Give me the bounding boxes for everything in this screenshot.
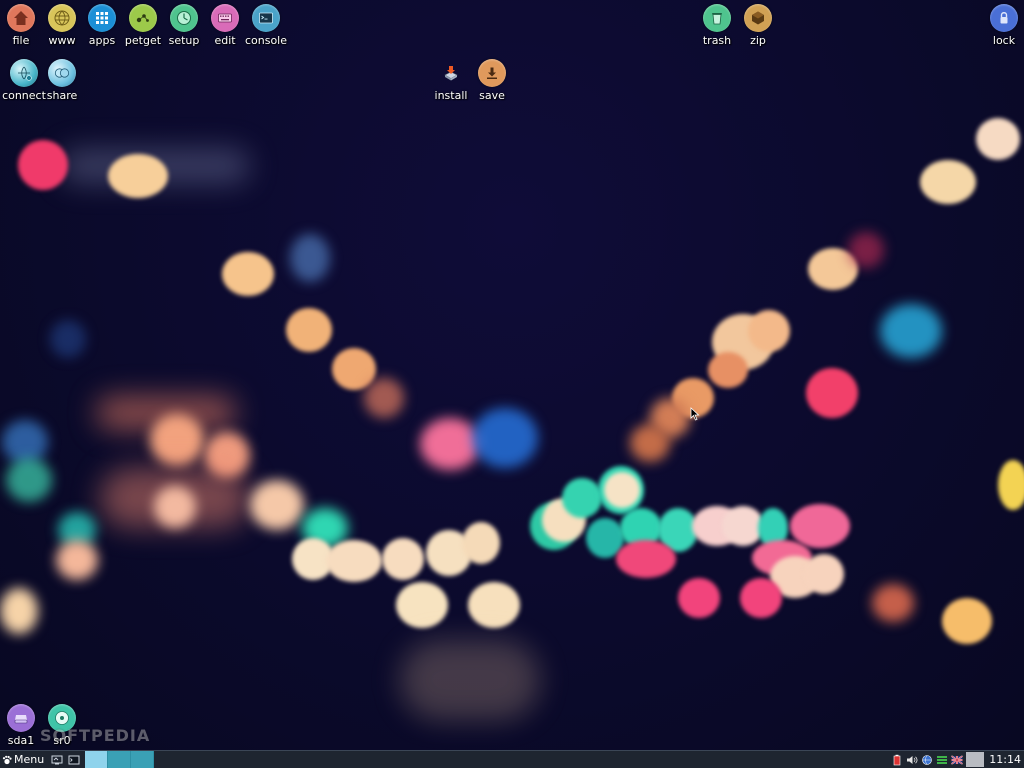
desktop-icon-share[interactable]: share xyxy=(37,59,87,113)
share-icon xyxy=(48,59,76,87)
volume-icon[interactable] xyxy=(906,753,918,767)
desktop-icon-label: lock xyxy=(992,34,1016,47)
desktop-icon-label: file xyxy=(12,34,30,47)
desktop-icon-label: edit xyxy=(214,34,236,47)
menu-label: Menu xyxy=(14,753,45,766)
keyboard-icon xyxy=(211,4,239,32)
desktop-icon-label: sda1 xyxy=(7,734,35,747)
puppy-paw-icon xyxy=(2,755,12,764)
desktop-icon-label: setup xyxy=(168,34,200,47)
globe-icon xyxy=(48,4,76,32)
desktop-icon-label: zip xyxy=(750,34,766,47)
desktop[interactable]: file www apps petget setup edit console … xyxy=(0,0,1024,750)
network-icon xyxy=(10,59,38,87)
download-icon xyxy=(478,59,506,87)
desktop-icon-save[interactable]: save xyxy=(467,59,517,113)
workspace-1[interactable] xyxy=(85,751,109,768)
desktop-icon-label: share xyxy=(46,89,78,102)
trash-icon xyxy=(703,4,731,32)
clock[interactable]: 11:14 xyxy=(984,753,1024,766)
package-icon xyxy=(129,4,157,32)
padlock-icon xyxy=(990,4,1018,32)
workspace-2[interactable] xyxy=(108,751,132,768)
taskbar: Menu 11:14 xyxy=(0,750,1024,768)
desktop-icon-label: petget xyxy=(124,34,162,47)
menu-button[interactable]: Menu xyxy=(0,751,47,768)
desktop-icon-label: console xyxy=(244,34,288,47)
install-icon xyxy=(437,59,465,87)
desktop-icon-label: apps xyxy=(88,34,116,47)
softpedia-watermark: SOFTPEDIA xyxy=(40,726,151,745)
terminal-launcher-icon[interactable] xyxy=(67,753,81,767)
archive-icon xyxy=(744,4,772,32)
desktop-icon-zip[interactable]: zip xyxy=(733,4,783,58)
desktop-icon-label: save xyxy=(479,89,505,102)
tray-placeholder[interactable] xyxy=(966,752,985,767)
network-status-icon[interactable] xyxy=(921,753,933,767)
grid-icon xyxy=(88,4,116,32)
terminal-icon xyxy=(252,4,280,32)
desktop-icon-label: install xyxy=(434,89,468,102)
mouse-pointer-icon xyxy=(690,407,700,421)
desktop-icon-console[interactable]: console xyxy=(241,4,291,58)
keyboard-layout-flag-icon[interactable] xyxy=(951,753,964,767)
battery-icon[interactable] xyxy=(891,753,903,767)
desktop-icon-label: www xyxy=(48,34,76,47)
drive-icon xyxy=(7,704,35,732)
firewall-icon[interactable] xyxy=(936,753,948,767)
desktop-icon-label: trash xyxy=(702,34,732,47)
show-desktop-icon[interactable] xyxy=(50,753,64,767)
desktop-icon-lock[interactable]: lock xyxy=(979,4,1024,58)
home-icon xyxy=(7,4,35,32)
clock-icon xyxy=(170,4,198,32)
workspace-pager xyxy=(85,751,155,768)
workspace-3[interactable] xyxy=(131,751,155,768)
